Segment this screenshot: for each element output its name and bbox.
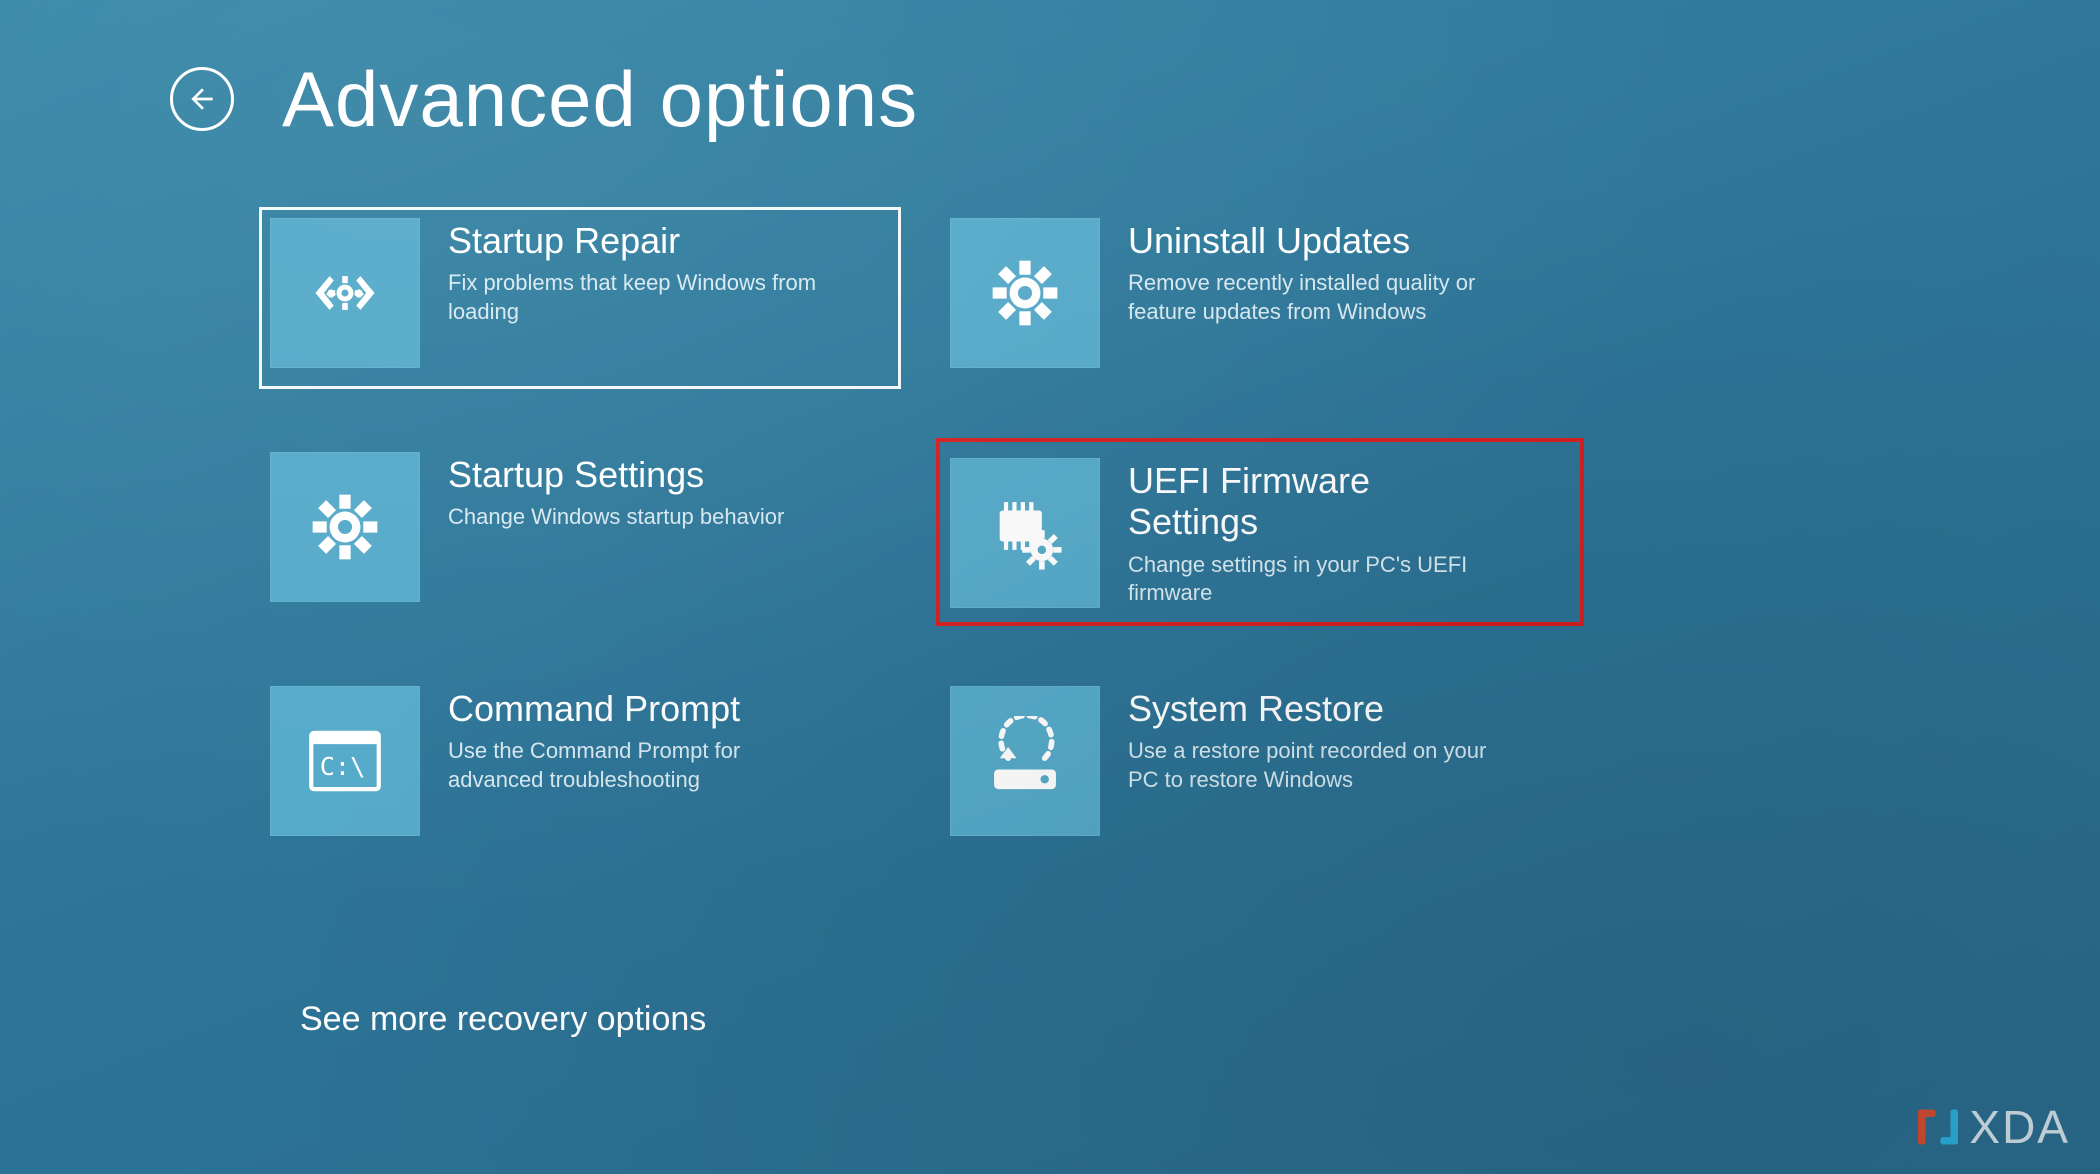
header: Advanced options (0, 0, 2100, 138)
tile-desc: Use the Command Prompt for advanced trou… (448, 737, 826, 794)
tile-title: Startup Settings (448, 454, 784, 495)
chip-gear-icon (950, 458, 1100, 608)
tile-desc: Fix problems that keep Windows from load… (448, 269, 826, 326)
tile-text: UEFI Firmware Settings Change settings i… (1100, 458, 1520, 608)
startup-repair-icon (270, 218, 420, 368)
xda-logo-icon (1913, 1102, 1963, 1152)
tile-text: Uninstall Updates Remove recently instal… (1100, 218, 1520, 327)
gear-icon (950, 218, 1100, 368)
tile-system-restore[interactable]: System Restore Use a restore point recor… (940, 676, 1580, 856)
tile-uefi-firmware-settings[interactable]: UEFI Firmware Settings Change settings i… (940, 442, 1580, 622)
tile-title: Command Prompt (448, 688, 826, 729)
tile-title: UEFI Firmware Settings (1128, 460, 1506, 543)
watermark-text: XDA (1969, 1100, 2070, 1154)
page-title: Advanced options (282, 60, 918, 138)
tile-startup-settings[interactable]: Startup Settings Change Windows startup … (260, 442, 900, 622)
gear-icon (270, 452, 420, 602)
tile-title: System Restore (1128, 688, 1506, 729)
tile-title: Uninstall Updates (1128, 220, 1506, 261)
tile-text: System Restore Use a restore point recor… (1100, 686, 1520, 795)
tile-command-prompt[interactable]: C:\ Command Prompt Use the Command Promp… (260, 676, 900, 856)
back-button[interactable] (170, 67, 234, 131)
arrow-left-icon (186, 83, 218, 115)
tile-desc: Remove recently installed quality or fea… (1128, 269, 1506, 326)
tile-desc: Change settings in your PC's UEFI firmwa… (1128, 551, 1506, 608)
tile-startup-repair[interactable]: Startup Repair Fix problems that keep Wi… (260, 208, 900, 388)
svg-text:C:\: C:\ (320, 752, 366, 781)
tile-title: Startup Repair (448, 220, 826, 261)
tile-text: Command Prompt Use the Command Prompt fo… (420, 686, 840, 795)
restore-icon (950, 686, 1100, 836)
watermark: XDA (1913, 1100, 2070, 1154)
tile-uninstall-updates[interactable]: Uninstall Updates Remove recently instal… (940, 208, 1580, 388)
options-grid: Startup Repair Fix problems that keep Wi… (0, 138, 2100, 856)
tile-text: Startup Settings Change Windows startup … (420, 452, 798, 532)
tile-desc: Change Windows startup behavior (448, 503, 784, 532)
tile-text: Startup Repair Fix problems that keep Wi… (420, 218, 840, 327)
tile-desc: Use a restore point recorded on your PC … (1128, 737, 1506, 794)
terminal-icon: C:\ (270, 686, 420, 836)
see-more-link[interactable]: See more recovery options (300, 1000, 706, 1039)
